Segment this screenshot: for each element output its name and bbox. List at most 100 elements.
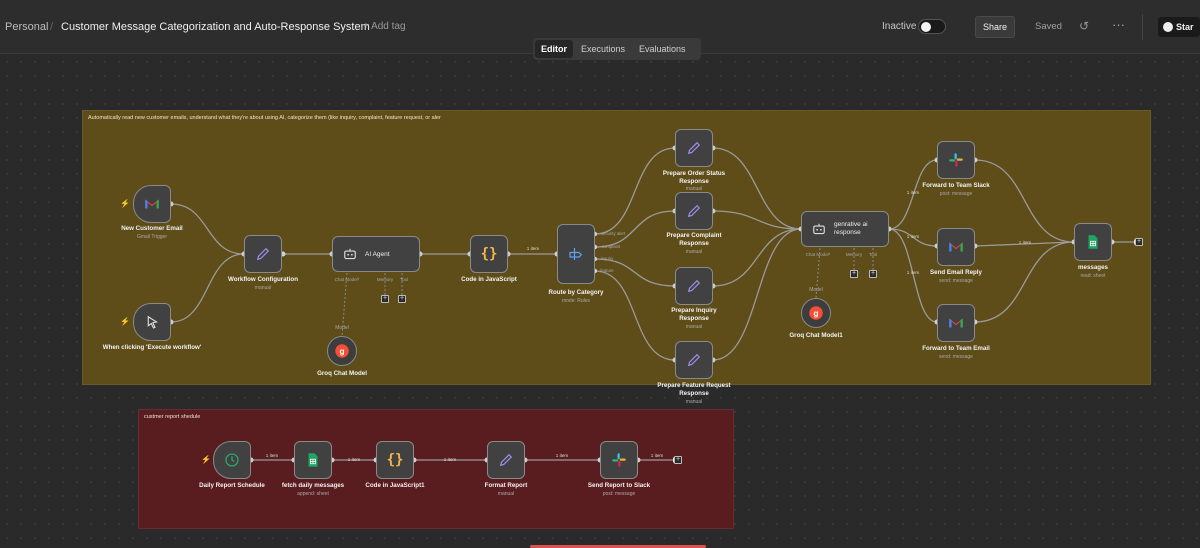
node-label: Format Report [484,482,528,489]
switch-route-icon [569,248,583,260]
output-label-inquiry: inquiry [600,256,614,261]
output-label-security-alert: security alert [600,231,626,236]
node-subtitle: manual [497,491,515,497]
node-label: Code in JavaScript1 [365,482,425,489]
node-route-by-category[interactable] [557,224,595,284]
connection-item-count: 1 item [347,457,361,462]
node-workflow-configuration[interactable] [244,235,282,273]
svg-text:g: g [339,347,344,356]
groq-icon: g [335,344,349,358]
node-ai-agent[interactable]: AI Agent [332,236,420,272]
connection-item-count: 1 item [555,453,569,458]
pencil-icon [256,247,270,261]
node-daily-report-schedule[interactable] [213,441,251,479]
port-label-memory: Memory [376,277,394,282]
google-sheets-icon [308,453,318,467]
tab-editor[interactable]: Editor [535,40,573,58]
node-label: AI Agent [365,250,390,258]
node-send-email-reply[interactable] [937,228,975,266]
node-label: Send Report to Slack [587,482,651,489]
connection-item-count: 1 item [650,453,664,458]
node-forward-to-team-email[interactable] [937,304,975,342]
share-button[interactable]: Share [975,16,1015,38]
node-groq-chat-model[interactable]: g [327,336,357,366]
add-next-node-button[interactable]: + [674,456,682,464]
trigger-bolt-icon: ⚡ [120,317,130,326]
node-send-report-to-slack[interactable] [600,441,638,479]
add-memory-button[interactable]: + [850,270,858,278]
node-label: Workflow Configuration [227,276,299,283]
breadcrumb-separator: / [50,21,54,33]
gmail-icon [145,199,159,209]
gmail-icon [949,242,963,252]
node-prepare-inquiry[interactable] [675,267,713,305]
node-code-in-javascript1[interactable]: {} [376,441,414,479]
sticky-note-text: custmer report shedule [144,414,201,420]
tab-evaluations[interactable]: Evaluations [633,40,692,58]
node-label: Daily Report Schedule [199,482,265,489]
node-label: Prepare Order Status Response [662,170,726,185]
output-label-complaint: complaint [601,244,621,249]
node-subtitle: send: message [939,354,973,360]
add-next-node-button[interactable]: + [1135,238,1143,246]
node-code-in-javascript[interactable]: {} [470,235,508,273]
node-label: Forward to Team Slack [922,182,990,189]
tab-executions[interactable]: Executions [575,40,631,58]
node-format-report[interactable] [487,441,525,479]
more-options-icon[interactable]: ··· [1112,18,1125,32]
port-label-chat-model: Chat Model* [334,277,360,282]
breadcrumb-workspace[interactable]: Personal [5,20,48,34]
clock-icon [225,453,239,467]
node-label: Route by Category [548,289,604,296]
header-divider [1142,14,1143,40]
connection-item-count: 1 item [443,457,457,462]
code-braces-icon: {} [480,246,498,262]
node-fetch-daily-messages[interactable] [294,441,332,479]
node-forward-to-team-slack[interactable] [937,141,975,179]
node-label: Code in JavaScript [461,276,517,283]
pencil-icon [687,204,701,218]
node-label: Groq Chat Model1 [789,332,843,339]
saved-status: Saved [1035,21,1062,32]
add-memory-button[interactable]: + [381,295,389,303]
code-braces-icon: {} [386,452,404,468]
toggle-knob [921,22,931,32]
node-label: messages [1078,264,1108,271]
node-subtitle: manual [254,285,272,291]
node-messages-sheet[interactable] [1074,223,1112,261]
robot-icon [813,223,825,235]
node-groq-chat-model1[interactable]: g [801,298,831,328]
node-label: When clicking 'Execute workflow' [102,344,202,351]
node-genrative-ai-response[interactable]: genrative ai response [801,211,889,247]
node-prepare-order-status[interactable] [675,129,713,167]
node-manual-trigger[interactable] [133,303,171,341]
slack-icon [949,153,963,167]
node-subtitle: Model [809,287,823,293]
star-label: Star [1176,22,1194,32]
node-label: Send Email Reply [930,269,982,276]
groq-icon: g [809,306,823,320]
pencil-icon [687,141,701,155]
node-label: Prepare Complaint Response [666,232,722,247]
connection-item-count: 1 item [1018,240,1032,245]
github-star-button[interactable]: Star [1158,17,1200,37]
port-label-memory: Memory [845,252,863,257]
workflow-title[interactable]: Customer Message Categorization and Auto… [61,20,370,34]
sticky-note-text: Automatically read new customer emails, … [88,115,441,121]
history-icon[interactable]: ↺ [1077,19,1091,33]
add-tool-button[interactable]: + [869,270,877,278]
add-tool-button[interactable]: + [398,295,406,303]
pencil-icon [687,279,701,293]
port-label-chat-model: Chat Model* [805,252,831,257]
slack-icon [612,453,626,467]
node-subtitle: read: sheet [1080,273,1106,279]
node-prepare-feature-request[interactable] [675,341,713,379]
active-toggle[interactable] [918,19,946,34]
svg-text:g: g [813,309,818,318]
add-tag-link[interactable]: + Add tag [363,20,406,34]
connection-item-count: 1 item [906,270,920,275]
node-new-customer-email[interactable] [133,185,171,223]
node-prepare-complaint[interactable] [675,192,713,230]
node-label: genrative ai response [834,221,868,236]
node-label: fetch daily messages [281,482,345,489]
